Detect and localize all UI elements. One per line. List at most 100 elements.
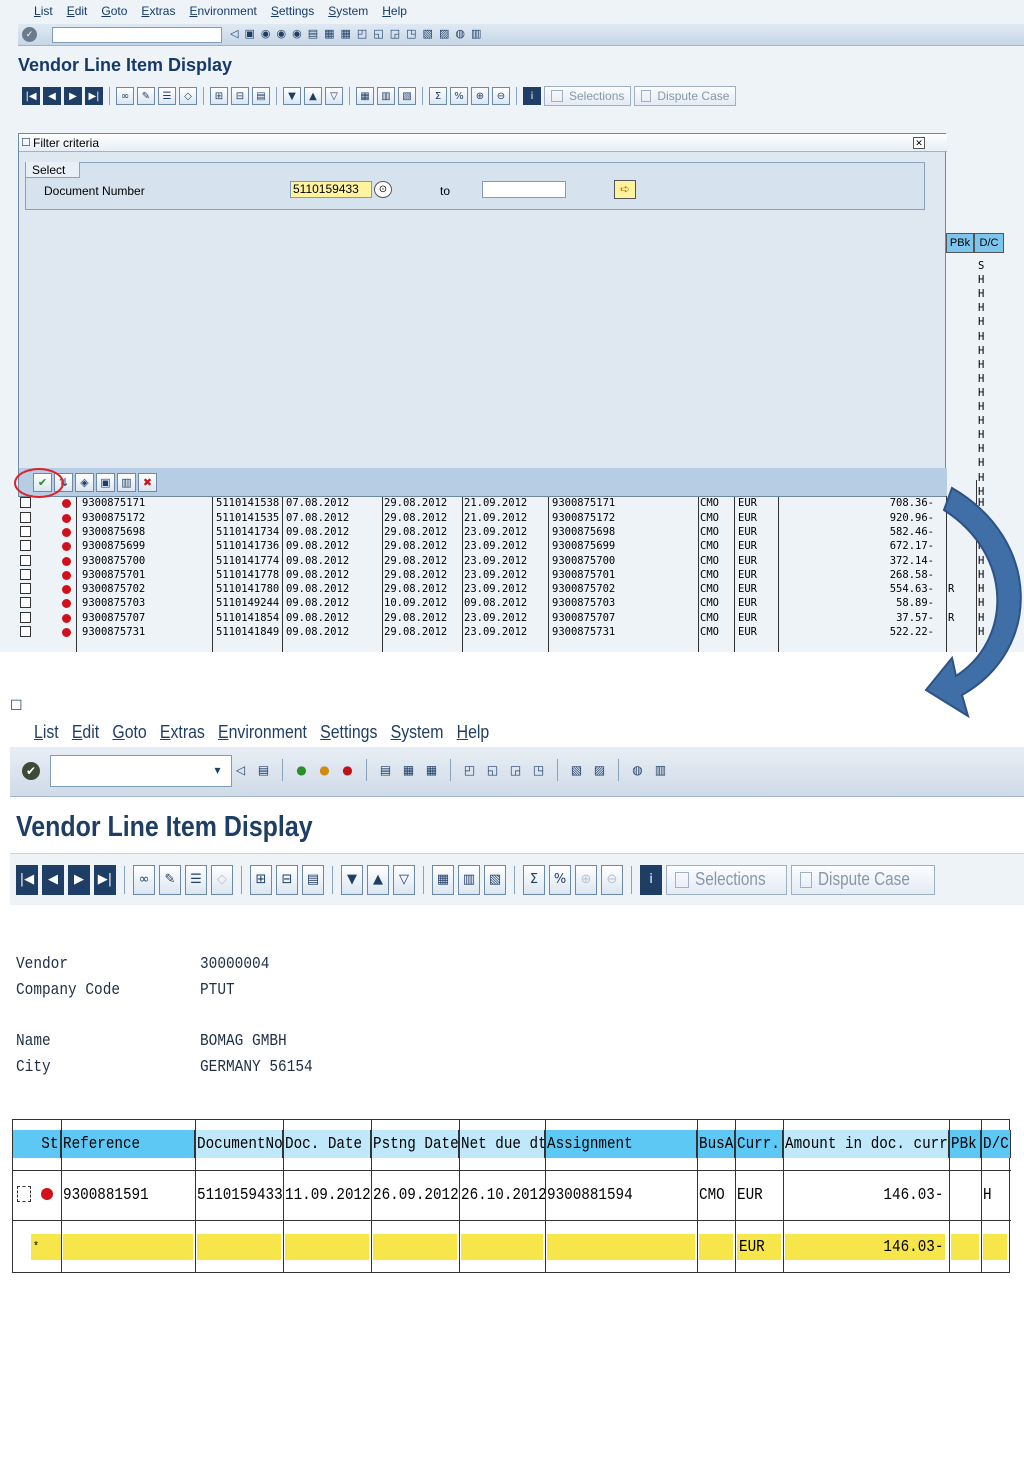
- row-select-checkbox[interactable]: [20, 568, 31, 580]
- row-select-checkbox[interactable]: [20, 583, 31, 595]
- enter-icon[interactable]: ✓: [22, 27, 37, 42]
- first-page-icon[interactable]: ◰: [460, 759, 479, 781]
- row-select-checkbox[interactable]: [20, 626, 31, 637]
- menu-goto[interactable]: Goto: [101, 4, 127, 18]
- menu-environment[interactable]: Environment: [189, 4, 256, 18]
- column-header-curr[interactable]: Curr.: [735, 1130, 783, 1158]
- total-icon[interactable]: Σ: [429, 87, 447, 105]
- first-item-icon[interactable]: |◀: [22, 87, 40, 105]
- subtotal-icon[interactable]: %: [549, 864, 571, 895]
- background-table-row[interactable]: 9300875701 5110141778 09.08.2012 29.08.2012…: [18, 568, 1008, 582]
- shortcut-icon[interactable]: ▨: [439, 27, 449, 40]
- selection-screen-icon[interactable]: ☰: [158, 87, 176, 105]
- total-icon[interactable]: Σ: [523, 864, 545, 895]
- cancel-icon[interactable]: ●: [338, 759, 357, 781]
- save-layout-icon[interactable]: ▧: [398, 87, 416, 105]
- row-select-checkbox[interactable]: [17, 1186, 31, 1202]
- save-icon[interactable]: ▣: [244, 27, 254, 40]
- next-item-icon[interactable]: ▶: [68, 864, 90, 895]
- save-layout-icon[interactable]: ▧: [484, 864, 506, 895]
- last-item-icon[interactable]: ▶|: [85, 87, 103, 105]
- last-page-icon[interactable]: ◳: [406, 27, 416, 40]
- background-table-row[interactable]: 9300875171 5110141538 07.08.2012 29.08.2012…: [18, 496, 1008, 510]
- find-icon[interactable]: ▦: [324, 27, 334, 40]
- find-next-icon[interactable]: ▦: [422, 759, 441, 781]
- choose-layout-icon[interactable]: ▥: [377, 87, 395, 105]
- background-table-row[interactable]: 9300875700 5110141774 09.08.2012 29.08.2012…: [18, 554, 1008, 568]
- background-table-row[interactable]: 9300875703 5110149244 09.08.2012 10.09.2012…: [18, 596, 1008, 610]
- help-icon[interactable]: ◍: [455, 27, 465, 40]
- sort-ascending-icon[interactable]: ▲: [304, 87, 322, 105]
- layout-icon[interactable]: ▦: [356, 87, 374, 105]
- save-icon[interactable]: ▤: [254, 759, 273, 781]
- column-header-pstng-date[interactable]: Pstng Date: [371, 1130, 459, 1158]
- background-table-row[interactable]: 9300875707 5110141854 09.08.2012 29.08.2012…: [18, 611, 1008, 625]
- row-select-checkbox[interactable]: [20, 497, 31, 509]
- first-page-icon[interactable]: ◰: [357, 27, 367, 40]
- row-select-checkbox[interactable]: [20, 611, 31, 623]
- row-select-checkbox[interactable]: [20, 540, 31, 552]
- sort-descending-icon[interactable]: ▽: [393, 864, 415, 895]
- info-icon[interactable]: i: [640, 864, 662, 895]
- back-arrow-icon[interactable]: ◁: [230, 27, 238, 40]
- menu-settings[interactable]: Settings: [271, 4, 314, 18]
- column-header-reference[interactable]: Reference: [61, 1130, 195, 1158]
- deselect-icon[interactable]: ⊟: [231, 87, 249, 105]
- background-table-row[interactable]: 9300875731 5110141849 09.08.2012 29.08.2012…: [18, 625, 1008, 639]
- document-number-to-input[interactable]: [482, 181, 566, 198]
- previous-item-icon[interactable]: ◀: [42, 864, 64, 895]
- next-page-icon[interactable]: ◲: [390, 27, 400, 40]
- last-page-icon[interactable]: ◳: [529, 759, 548, 781]
- background-table-row[interactable]: 9300875702 5110141780 09.08.2012 29.08.2012…: [18, 582, 1008, 596]
- menu-edit[interactable]: Edit: [67, 4, 88, 18]
- menu-extras[interactable]: Extras: [160, 722, 205, 743]
- menu-extras[interactable]: Extras: [141, 4, 175, 18]
- menu-help[interactable]: Help: [457, 722, 490, 743]
- column-header-busa[interactable]: BusA: [697, 1130, 735, 1158]
- options-icon[interactable]: ◈: [75, 472, 94, 492]
- choose-layout-icon[interactable]: ▥: [458, 864, 480, 895]
- column-header-doc-date[interactable]: Doc. Date: [283, 1130, 371, 1158]
- layout-menu-icon[interactable]: ▥: [651, 759, 670, 781]
- column-header-dc[interactable]: D/C: [981, 1130, 1011, 1158]
- pencil-icon[interactable]: ✎: [159, 864, 181, 895]
- sort-descending-icon[interactable]: ▽: [325, 87, 343, 105]
- multiple-selection-arrow-icon[interactable]: ➪: [614, 180, 636, 199]
- previous-page-icon[interactable]: ◱: [373, 27, 383, 40]
- new-session-icon[interactable]: ▧: [423, 27, 433, 40]
- layout-icon[interactable]: ▦: [432, 864, 454, 895]
- previous-item-icon[interactable]: ◀: [43, 87, 61, 105]
- column-header-assignment[interactable]: Assignment: [545, 1130, 697, 1158]
- document-number-from-input[interactable]: 5110159433: [290, 181, 372, 198]
- row-select-checkbox[interactable]: [20, 525, 31, 537]
- help-icon[interactable]: ◍: [628, 759, 647, 781]
- column-header-st[interactable]: St: [13, 1130, 61, 1158]
- filter-icon[interactable]: ▼: [283, 87, 301, 105]
- find-icon[interactable]: ▦: [399, 759, 418, 781]
- pencil-icon[interactable]: ✎: [137, 87, 155, 105]
- row-select-checkbox[interactable]: [20, 597, 31, 609]
- menu-help[interactable]: Help: [382, 4, 407, 18]
- menu-list[interactable]: List: [34, 722, 59, 743]
- glasses-icon[interactable]: ∞: [116, 87, 134, 105]
- window-menu-icon[interactable]: ☐: [10, 698, 23, 714]
- info-icon[interactable]: i: [523, 87, 541, 105]
- cancel-x-icon[interactable]: ✖: [138, 472, 157, 492]
- details-icon[interactable]: ▤: [252, 87, 270, 105]
- print-icon[interactable]: ▤: [376, 759, 395, 781]
- expand-icon[interactable]: ⊕: [471, 87, 489, 105]
- row-select-checkbox[interactable]: [20, 554, 31, 566]
- menu-system[interactable]: System: [391, 722, 444, 743]
- shortcut-icon[interactable]: ▨: [590, 759, 609, 781]
- menu-system[interactable]: System: [328, 4, 368, 18]
- next-page-icon[interactable]: ◲: [506, 759, 525, 781]
- column-header-amount[interactable]: Amount in doc. curr.: [783, 1130, 949, 1158]
- dropdown-icon[interactable]: ▾: [208, 759, 227, 781]
- exit-icon[interactable]: ◉: [276, 27, 286, 40]
- last-item-icon[interactable]: ▶|: [94, 864, 116, 895]
- new-session-icon[interactable]: ▧: [567, 759, 586, 781]
- collapse-icon[interactable]: ⊖: [492, 87, 510, 105]
- column-header-pbk[interactable]: PBk: [949, 1130, 981, 1158]
- exit-icon[interactable]: ●: [315, 759, 334, 781]
- save-variant-icon[interactable]: ▣: [96, 472, 115, 492]
